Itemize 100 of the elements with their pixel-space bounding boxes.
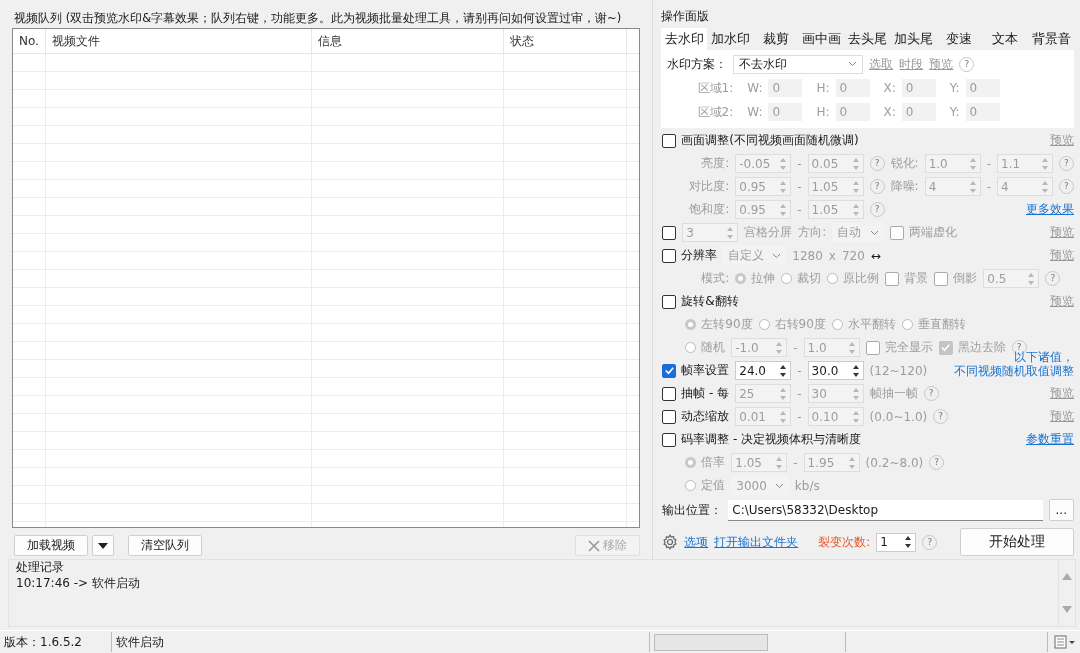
range-dash: - — [793, 340, 798, 355]
tab[interactable]: 加水印 — [707, 28, 753, 50]
number-spinner[interactable]: 24.0 — [735, 361, 792, 380]
label: (0.2~8.0) — [865, 455, 924, 470]
checkbox-label[interactable]: 画面调整(不同视频画面随机微调) — [681, 132, 859, 149]
tab[interactable]: 去水印 — [661, 28, 708, 50]
spin-arrows-icon — [847, 340, 856, 355]
clear-queue-button[interactable]: 清空队列 — [128, 535, 202, 556]
label: 720 — [841, 248, 865, 263]
hint-text: 不同视频随机取值调整 — [954, 363, 1074, 378]
browse-button[interactable]: ... — [1048, 499, 1074, 521]
tab[interactable]: 背景音 — [1028, 28, 1074, 50]
spin-arrows-icon — [904, 535, 913, 549]
column-header[interactable]: No. — [13, 29, 46, 53]
number-spinner[interactable]: 30.0 — [807, 361, 864, 380]
dropdown[interactable]: 不去水印 — [733, 54, 864, 74]
spin-arrows-icon — [726, 225, 735, 240]
version-text: 版本：1.6.5.2 — [0, 632, 112, 653]
checkbox-label[interactable]: 旋转&翻转 — [681, 293, 739, 310]
label: (12~120) — [869, 363, 928, 378]
label: 方向: — [798, 224, 827, 241]
label: H: — [816, 105, 830, 119]
load-video-button[interactable]: 加载视频 — [14, 535, 88, 556]
log-title: 处理记录 — [16, 559, 65, 576]
spin-arrows-icon — [851, 386, 860, 401]
panel-title: 操作面版 — [661, 8, 711, 24]
spin-arrows-icon — [775, 455, 784, 470]
label: ↔ — [870, 248, 881, 263]
close-icon — [588, 539, 601, 552]
column-header[interactable]: 视频文件 — [46, 29, 312, 53]
video-queue-table[interactable]: No. 视频文件 信息 状态 — [12, 28, 641, 528]
range-dash: - — [986, 156, 991, 171]
tab[interactable]: 去头尾 — [844, 28, 891, 50]
spin-arrows-icon — [851, 409, 860, 424]
log-line: 10:17:46 -> 软件启动 — [16, 575, 141, 592]
range-dash: - — [797, 156, 802, 171]
checkbox-label[interactable]: 动态缩放 — [681, 408, 730, 425]
label: 宫格分屏 — [744, 224, 793, 241]
caret-icon — [98, 542, 108, 549]
chevron-down-icon — [848, 61, 858, 67]
range-dash: - — [797, 386, 802, 401]
label: 亮度: — [700, 155, 730, 172]
label: 区域2: — [696, 103, 734, 121]
label: 模式: — [700, 270, 730, 287]
checkbox[interactable] — [662, 248, 677, 263]
checkbox-label[interactable]: 帧率设置 — [681, 362, 730, 379]
label: 饱和度: — [688, 201, 730, 218]
checkbox[interactable] — [662, 409, 677, 424]
spin-arrows-icon — [1041, 156, 1049, 171]
options-link[interactable]: 选项 — [684, 533, 709, 551]
tab[interactable]: 变速 — [936, 28, 983, 50]
label: 帧抽一帧 — [869, 385, 918, 402]
chevron-down-icon — [774, 482, 784, 489]
fission-count-label: 裂变次数: — [818, 533, 871, 551]
label: Y: — [949, 105, 960, 119]
start-button[interactable]: 开始处理 — [960, 528, 1074, 556]
tab[interactable]: 文本 — [982, 28, 1029, 50]
spin-arrows-icon — [779, 156, 788, 171]
spin-arrows-icon — [968, 156, 977, 171]
settings-icon[interactable] — [662, 534, 679, 550]
spin-arrows-icon — [779, 386, 788, 401]
queue-title: 视频队列 (双击预览水印&字幕效果；队列右键，功能更多。此为视频批量处理工具，请别再问如何设置过审，谢~) — [13, 10, 623, 27]
columns-menu-icon[interactable] — [1054, 635, 1076, 650]
link[interactable]: 参数重置 — [1026, 431, 1074, 448]
link[interactable]: 更多效果 — [1026, 201, 1074, 218]
checkbox-label[interactable]: 分辨率 — [681, 247, 718, 264]
column-header[interactable]: 状态 — [504, 29, 627, 53]
tab[interactable]: 画中画 — [798, 28, 845, 50]
column-header[interactable]: 信息 — [312, 29, 504, 53]
range-dash: - — [986, 179, 991, 194]
tab[interactable]: 裁剪 — [753, 28, 799, 50]
label: X: — [883, 105, 896, 119]
dropdown-button[interactable] — [92, 535, 114, 556]
number-spinner[interactable]: 1 — [876, 532, 917, 552]
spin-arrows-icon — [1027, 271, 1036, 286]
checkbox-label[interactable]: 抽帧 - 每 — [681, 385, 730, 402]
spin-arrows-icon — [851, 156, 860, 171]
range-dash: - — [797, 363, 802, 378]
spin-arrows-icon — [779, 202, 788, 217]
tab[interactable]: 加头尾 — [890, 28, 937, 50]
label: 水印方案： — [667, 55, 728, 73]
scroll-down-icon[interactable] — [1062, 606, 1072, 614]
label: 1280 — [792, 248, 823, 263]
label: kb/s — [794, 478, 820, 493]
scroll-up-icon[interactable] — [1062, 573, 1072, 581]
label: 锐化: — [890, 155, 919, 172]
checkbox[interactable] — [662, 133, 677, 148]
checkbox[interactable] — [662, 363, 677, 378]
output-path-field[interactable]: C:\Users\58332\Desktop — [728, 499, 1043, 521]
status-message: 软件启动 — [112, 632, 650, 653]
checkbox[interactable] — [662, 432, 677, 447]
checkbox-label[interactable]: 码率调整 - 决定视频体积与清晰度 — [681, 431, 862, 448]
checkbox[interactable] — [662, 294, 677, 309]
checkbox[interactable] — [662, 225, 677, 240]
spin-arrows-icon — [1041, 179, 1049, 194]
range-dash: - — [793, 455, 798, 470]
label: x — [828, 248, 836, 263]
checkbox[interactable] — [662, 386, 677, 401]
range-dash: - — [797, 179, 802, 194]
open-folder-link[interactable]: 打开输出文件夹 — [714, 533, 799, 551]
